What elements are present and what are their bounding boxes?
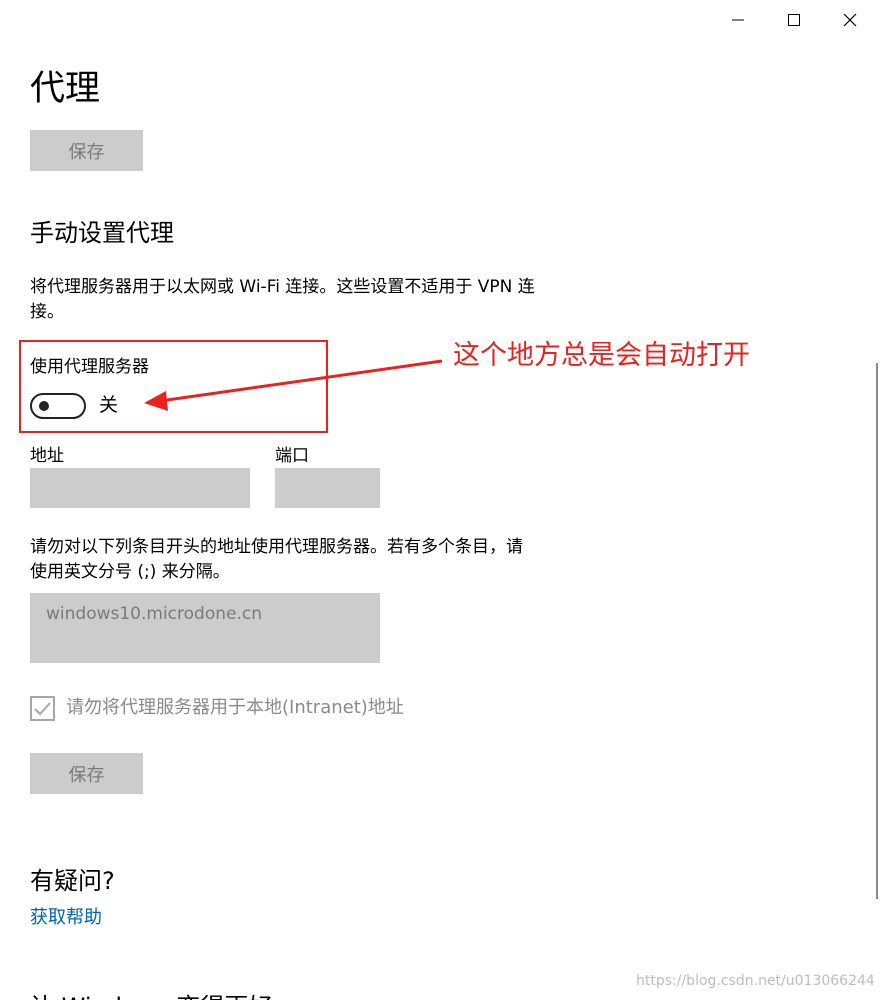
watermark: https://blog.csdn.net/u013066244 [636,973,875,989]
checkmark-icon [34,702,51,716]
bypass-local-checkbox[interactable] [30,696,55,721]
toggle-knob [39,401,49,411]
description-line: 将代理服务器用于以太网或 Wi-Fi 连接。这些设置不适用于 VPN 连 [30,277,535,297]
minimize-button[interactable] [710,0,766,40]
use-proxy-toggle[interactable] [30,393,86,419]
maximize-icon [788,14,800,26]
save-button[interactable]: 保存 [30,753,143,794]
address-label: 地址 [30,446,64,466]
save-button-top[interactable]: 保存 [30,130,143,171]
port-label: 端口 [275,446,309,466]
manual-proxy-description: 将代理服务器用于以太网或 Wi-Fi 连接。这些设置不适用于 VPN 连 接。 [30,275,590,325]
help-title: 有疑问? [30,867,115,895]
exceptions-textarea[interactable]: windows10.microdone.cn [30,593,380,663]
maximize-button[interactable] [766,0,822,40]
port-input[interactable] [275,468,380,508]
minimize-icon [732,19,744,21]
settings-window: 代理 保存 手动设置代理 将代理服务器用于以太网或 Wi-Fi 连接。这些设置不… [0,0,880,1000]
close-icon [843,13,857,27]
get-help-link[interactable]: 获取帮助 [30,905,102,931]
scrollbar-thumb[interactable] [876,363,878,899]
annotation-arrow [144,359,443,411]
exceptions-description-line: 使用英文分号 (;) 来分隔。 [30,562,230,582]
close-button[interactable] [822,0,878,40]
bypass-local-label: 请勿将代理服务器用于本地(Intranet)地址 [66,697,404,718]
exceptions-description-line: 请勿对以下列条目开头的地址使用代理服务器。若有多个条目，请 [30,537,523,557]
address-input[interactable] [30,468,250,508]
use-proxy-label: 使用代理服务器 [30,357,149,377]
toggle-state-label: 关 [99,394,119,416]
description-line: 接。 [30,302,64,322]
annotation-text: 这个地方总是会自动打开 [453,340,750,371]
exceptions-description: 请勿对以下列条目开头的地址使用代理服务器。若有多个条目，请 使用英文分号 (;)… [30,535,590,585]
page-title: 代理 [30,69,101,109]
section-title-manual-proxy: 手动设置代理 [30,219,174,247]
next-section-title: 让 Windows 变得更好 [30,990,272,1000]
